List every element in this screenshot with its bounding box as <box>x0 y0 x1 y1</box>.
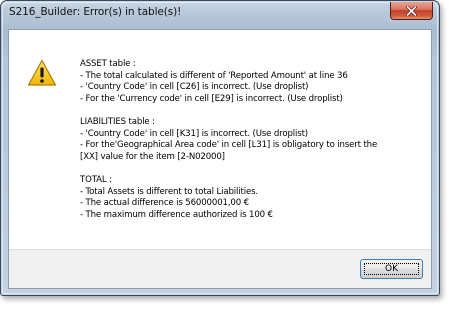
liabilities-section: LIABILITIES table : - 'Country Code' in … <box>80 117 430 163</box>
liabilities-line: [XX] value for the item [2-N02000] <box>80 151 225 162</box>
total-line: - Total Assets is different to total Lia… <box>80 186 258 197</box>
screen: S216_Builder: Error(s) in table(s)! ASSE… <box>0 0 456 314</box>
asset-line: - 'Country Code' in cell [C26] is incorr… <box>80 82 309 93</box>
total-line: - The maximum difference authorized is 1… <box>80 209 273 220</box>
close-icon <box>406 5 417 16</box>
liabilities-line: - 'Country Code' in cell [K31] is incorr… <box>80 128 309 139</box>
liabilities-heading: LIABILITIES table : <box>80 116 155 127</box>
liabilities-line: - For the'Geographical Area code' in cel… <box>80 140 378 151</box>
ok-button-label: OK <box>385 264 398 274</box>
total-heading: TOTAL : <box>80 174 112 185</box>
message-area: ASSET table : - The total calculated is … <box>9 30 431 252</box>
window-title: S216_Builder: Error(s) in table(s)! <box>9 6 182 18</box>
ok-button[interactable]: OK <box>360 259 423 279</box>
close-button[interactable] <box>390 2 433 20</box>
error-message: ASSET table : - The total calculated is … <box>80 59 430 233</box>
asset-line: - The total calculated is different of '… <box>80 70 348 81</box>
dialog-client-area: ASSET table : - The total calculated is … <box>8 29 432 289</box>
total-line: - The actual difference is 56000001,00 € <box>80 198 249 209</box>
total-section: TOTAL : - Total Assets is different to t… <box>80 175 430 221</box>
error-dialog: S216_Builder: Error(s) in table(s)! ASSE… <box>0 0 440 296</box>
asset-line: - For the 'Currency code' in cell [E29] … <box>80 93 343 104</box>
warning-icon <box>27 59 57 86</box>
title-bar[interactable]: S216_Builder: Error(s) in table(s)! <box>1 1 439 29</box>
asset-heading: ASSET table : <box>80 59 136 69</box>
button-bar: OK <box>9 249 431 288</box>
asset-section: ASSET table : - The total calculated is … <box>80 59 430 105</box>
